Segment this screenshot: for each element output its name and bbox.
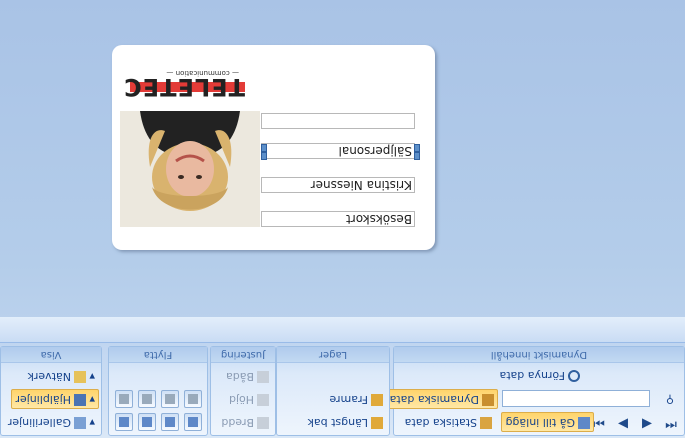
gallery-label: Gallerilinjer (7, 416, 71, 429)
bring-forward-button[interactable]: Framre (325, 389, 387, 409)
both-button[interactable]: Båda (222, 366, 273, 386)
role-field[interactable]: Säljpersonal (261, 143, 415, 159)
resize-handle-left-bottom[interactable] (414, 144, 420, 152)
static-data-button[interactable]: Statiska data (401, 412, 496, 432)
move-right-icon[interactable] (115, 413, 133, 431)
grid-icon (257, 371, 269, 383)
gallery-lines-button[interactable]: ▾ Gallerilinjer (4, 412, 99, 432)
group-label-move: Flytta (109, 347, 207, 363)
company-logo: TELETEC — communication — (123, 69, 245, 103)
group-move: Flytta (108, 346, 208, 436)
refresh-data-label: Förnya data (499, 369, 566, 382)
badge-card[interactable]: Besökskort Kristina Niessner Säljpersona… (112, 45, 435, 250)
card-type-field[interactable]: Besökskort (261, 211, 415, 227)
resize-handle-right-bottom[interactable] (261, 144, 267, 152)
guides-icon (73, 394, 86, 406)
refresh-icon (568, 370, 580, 382)
send-back-button[interactable]: Längst bak (304, 412, 387, 432)
goto-record-button[interactable]: Gå till inlägg (501, 412, 594, 432)
bring-forward-label: Framre (329, 393, 368, 406)
refresh-data-button[interactable]: Förnya data (496, 365, 585, 385)
pencil-icon (480, 417, 492, 429)
align-bottom-icon[interactable] (184, 390, 202, 408)
database-icon (482, 394, 494, 406)
grid-toggle-icon (73, 371, 86, 383)
send-back-icon (371, 417, 383, 429)
grid-icon (257, 417, 269, 429)
prev-record-button[interactable]: ◀ (636, 414, 658, 432)
dynamic-data-button[interactable]: Dynamiska data (385, 389, 498, 409)
portrait-image (120, 111, 260, 227)
width-label: Bredd (221, 416, 254, 429)
first-record-button[interactable]: ⏮ (660, 414, 682, 432)
dropdown-arrow-icon: ▾ (85, 370, 95, 383)
name-field[interactable]: Kristina Niessner (261, 177, 415, 193)
height-label: Höjd (228, 393, 254, 406)
guides-label: Hjälplinjer (15, 393, 71, 406)
group-label-view: Visa (1, 347, 101, 363)
dropdown-arrow-icon: ▾ (85, 393, 95, 406)
logo-text: TELETEC (123, 73, 245, 101)
group-label-dynamic: Dynamiskt innehåll (394, 347, 684, 363)
align-right-icon[interactable] (115, 390, 133, 408)
align-top-icon[interactable] (161, 390, 179, 408)
employee-photo[interactable] (120, 111, 260, 227)
bring-forward-icon (371, 394, 383, 406)
search-magnifier-icon[interactable]: ⚲ (658, 389, 682, 409)
move-left-icon[interactable] (138, 413, 156, 431)
ribbon-toolbar: ⏮ ◀ ▶ ⏭ Gå till inlägg Statiska data ⚲ D… (0, 317, 685, 438)
resize-handle-right[interactable] (261, 152, 267, 160)
record-search-input[interactable] (502, 390, 650, 407)
guides-button[interactable]: ▾ Hjälplinjer (11, 389, 99, 409)
dynamic-data-label: Dynamiska data (389, 393, 479, 406)
ribbon-tab-strip (0, 317, 685, 343)
gallery-icon (73, 417, 86, 429)
grid-button[interactable]: ▾ Nätverk (24, 366, 99, 386)
goto-icon (578, 417, 590, 429)
next-record-button[interactable]: ▶ (612, 414, 634, 432)
align-left-icon[interactable] (138, 390, 156, 408)
group-label-align: Justering (211, 347, 275, 363)
resize-handle-left[interactable] (414, 152, 420, 160)
empty-field[interactable] (261, 113, 415, 129)
static-data-label: Statiska data (404, 416, 477, 429)
dropdown-arrow-icon: ▾ (85, 416, 95, 429)
both-label: Båda (225, 370, 254, 383)
group-dynamic-content: ⏮ ◀ ▶ ⏭ Gå till inlägg Statiska data ⚲ D… (385, 346, 685, 436)
move-down-icon[interactable] (184, 413, 202, 431)
grid-icon (257, 394, 269, 406)
width-button[interactable]: Bredd (217, 412, 273, 432)
group-layers: Längst bak Framre Lager (276, 346, 390, 436)
send-back-label: Längst bak (307, 416, 368, 429)
group-align: Bredd Höjd Båda Justering (210, 346, 276, 436)
group-label-layers: Lager (277, 347, 389, 363)
group-view: ▾ Gallerilinjer ▾ Hjälplinjer ▾ Nätverk … (0, 346, 102, 436)
goto-record-label: Gå till inlägg (505, 416, 575, 429)
logo-tagline: — communication — (166, 69, 239, 77)
rotated-app-view: ⏮ ◀ ▶ ⏭ Gå till inlägg Statiska data ⚲ D… (0, 0, 685, 438)
grid-label: Nätverk (27, 370, 71, 383)
move-up-icon[interactable] (161, 413, 179, 431)
height-button[interactable]: Höjd (225, 389, 273, 409)
